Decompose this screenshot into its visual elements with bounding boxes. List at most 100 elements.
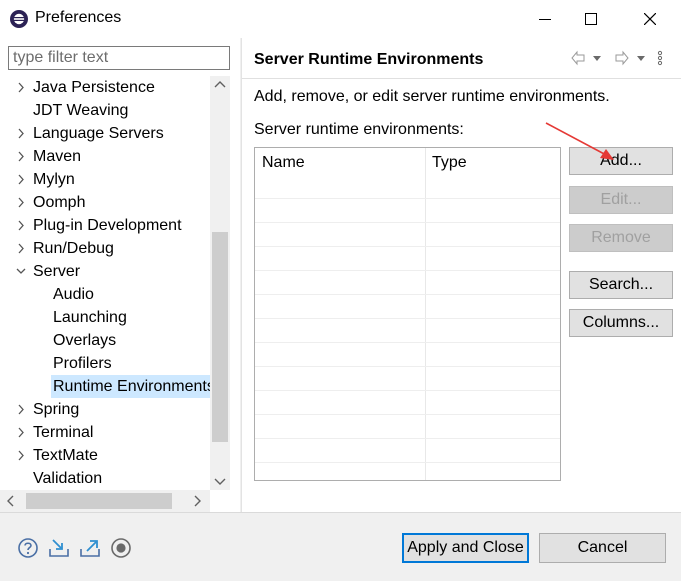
close-icon	[644, 13, 656, 25]
oomph-record-icon[interactable]	[110, 537, 132, 559]
tree-item[interactable]: Audio	[0, 283, 210, 306]
chevron-right-icon[interactable]	[16, 450, 26, 461]
tree-horizontal-scrollbar[interactable]	[0, 490, 210, 512]
columns-button[interactable]: Columns...	[569, 309, 673, 337]
chevron-right-icon[interactable]	[16, 82, 26, 93]
tree-item-label: Profilers	[53, 355, 112, 372]
page-title: Server Runtime Environments	[254, 51, 484, 68]
tree-item-label: TextMate	[33, 447, 98, 464]
runtime-list-label: Server runtime environments:	[254, 121, 464, 138]
page-header: Server Runtime Environments	[242, 38, 681, 78]
tree-item[interactable]: Language Servers	[0, 122, 210, 145]
tree-item[interactable]: Overlays	[0, 329, 210, 352]
search-button[interactable]: Search...	[569, 271, 673, 299]
import-icon[interactable]	[48, 537, 70, 559]
chevron-right-icon[interactable]	[16, 427, 26, 438]
title-bar: Preferences	[0, 0, 681, 38]
tree-vertical-scrollbar[interactable]	[210, 76, 230, 490]
table-row-divider	[255, 366, 560, 367]
chevron-right-icon[interactable]	[16, 174, 26, 185]
table-row-divider	[255, 270, 560, 271]
table-row-divider	[255, 462, 560, 463]
eclipse-icon	[10, 10, 28, 28]
tree-item-label: Launching	[53, 309, 127, 326]
back-arrow-icon[interactable]	[570, 50, 586, 66]
forward-arrow-icon[interactable]	[614, 50, 630, 66]
chevron-right-icon[interactable]	[16, 151, 26, 162]
chevron-right-icon[interactable]	[16, 128, 26, 139]
page-description: Add, remove, or edit server runtime envi…	[254, 88, 610, 105]
tree-item-label: Spring	[33, 401, 80, 418]
chevron-right-icon[interactable]	[16, 404, 26, 415]
table-row-divider	[255, 198, 560, 199]
chevron-right-icon[interactable]	[16, 197, 26, 208]
column-header-name[interactable]: Name	[255, 148, 425, 178]
tree-item[interactable]: Profilers	[0, 352, 210, 375]
tree-item-label: Java Persistence	[33, 79, 155, 96]
table-row-divider	[255, 414, 560, 415]
help-icon[interactable]	[17, 537, 39, 559]
table-row-divider	[255, 246, 560, 247]
chevron-right-icon[interactable]	[16, 220, 26, 231]
scrollbar-thumb[interactable]	[212, 232, 228, 442]
tree-item-label: Server	[33, 263, 81, 280]
window-title: Preferences	[35, 9, 122, 26]
scrollbar-thumb[interactable]	[26, 493, 172, 509]
tree-item[interactable]: Spring	[0, 398, 210, 421]
tree-item-label: Terminal	[33, 424, 94, 441]
maximize-button[interactable]	[568, 0, 614, 38]
header-divider	[242, 78, 681, 79]
scroll-right-icon[interactable]	[190, 494, 204, 508]
apply-and-close-button[interactable]: Apply and Close	[402, 533, 529, 563]
table-row-divider	[255, 222, 560, 223]
table-row-divider	[255, 390, 560, 391]
tree-item[interactable]: Mylyn	[0, 168, 210, 191]
tree-item[interactable]: Plug-in Development	[0, 214, 210, 237]
tree-item[interactable]: Runtime Environments	[51, 375, 210, 398]
tree-item-label: Audio	[53, 286, 94, 303]
tree-item-label: Run/Debug	[33, 240, 114, 257]
tree-item-label: JDT Weaving	[33, 102, 129, 119]
close-button[interactable]	[627, 0, 673, 38]
tree-item[interactable]: Terminal	[0, 421, 210, 444]
view-menu-icon[interactable]	[656, 50, 664, 66]
table-row-divider	[255, 342, 560, 343]
minimize-icon	[539, 19, 551, 20]
scroll-down-icon[interactable]	[210, 472, 230, 490]
runtime-environments-table[interactable]: Name Type	[254, 147, 561, 481]
tree-item[interactable]: Server	[0, 260, 210, 283]
maximize-icon	[585, 13, 597, 25]
tree-item[interactable]: Run/Debug	[0, 237, 210, 260]
tree-item-label: Plug-in Development	[33, 217, 182, 234]
tree-item-label: Language Servers	[33, 125, 164, 142]
export-icon[interactable]	[79, 537, 101, 559]
cancel-button[interactable]: Cancel	[539, 533, 666, 563]
minimize-button[interactable]	[522, 0, 568, 38]
footer-bar: Apply and Close Cancel	[0, 513, 681, 581]
tree-item[interactable]: Oomph	[0, 191, 210, 214]
tree-item[interactable]: Validation	[0, 467, 210, 490]
filter-input[interactable]	[8, 46, 230, 70]
tree-item[interactable]: Java Persistence	[0, 76, 210, 99]
table-row-divider	[255, 294, 560, 295]
tree-item-label: Maven	[33, 148, 82, 165]
scroll-up-icon[interactable]	[210, 76, 230, 94]
annotation-arrow-icon	[545, 122, 614, 160]
table-row-divider	[255, 318, 560, 319]
edit-button[interactable]: Edit...	[569, 186, 673, 214]
table-row-divider	[255, 438, 560, 439]
chevron-down-icon[interactable]	[16, 266, 26, 277]
back-dropdown-icon[interactable]	[592, 50, 602, 66]
tree-item-label: Oomph	[33, 194, 86, 211]
tree-item-label: Mylyn	[33, 171, 75, 188]
tree-item-label: Runtime Environments	[53, 378, 210, 395]
chevron-right-icon[interactable]	[16, 243, 26, 254]
tree-item-label: Overlays	[53, 332, 117, 349]
forward-dropdown-icon[interactable]	[636, 50, 646, 66]
remove-button[interactable]: Remove	[569, 224, 673, 252]
scroll-left-icon[interactable]	[4, 494, 18, 508]
tree-item[interactable]: Launching	[0, 306, 210, 329]
tree-item[interactable]: JDT Weaving	[0, 99, 210, 122]
tree-item[interactable]: Maven	[0, 145, 210, 168]
tree-item[interactable]: TextMate	[0, 444, 210, 467]
